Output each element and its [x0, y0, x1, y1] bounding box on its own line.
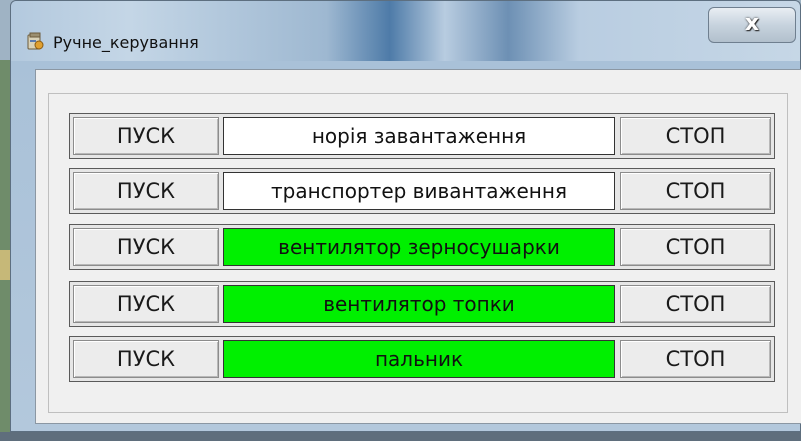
equipment-label: вентилятор топки	[223, 285, 615, 323]
control-group: ПУСК норія завантаження СТОП ПУСК трансп…	[48, 93, 788, 413]
control-row: ПУСК вентилятор зерносушарки СТОП	[69, 224, 775, 270]
control-row: ПУСК пальник СТОП	[69, 336, 775, 382]
window-title: Ручне_керування	[53, 33, 199, 52]
stop-button[interactable]: СТОП	[620, 172, 771, 210]
close-button[interactable]: x	[708, 7, 796, 43]
control-row: ПУСК норія завантаження СТОП	[69, 113, 775, 159]
stop-button[interactable]: СТОП	[620, 285, 771, 323]
start-button[interactable]: ПУСК	[73, 117, 219, 155]
equipment-label: норія завантаження	[223, 117, 615, 155]
stop-button[interactable]: СТОП	[620, 117, 771, 155]
manual-control-window: Ручне_керування x ПУСК норія завантаженн…	[10, 0, 801, 432]
title-bar[interactable]: Ручне_керування x	[11, 1, 800, 61]
close-icon: x	[744, 11, 760, 36]
client-area: ПУСК норія завантаження СТОП ПУСК трансп…	[35, 69, 801, 424]
equipment-label: транспортер вивантаження	[223, 172, 615, 210]
control-row: ПУСК вентилятор топки СТОП	[69, 281, 775, 327]
desktop-bottom-edge	[0, 432, 801, 441]
equipment-label: вентилятор зерносушарки	[223, 228, 615, 266]
stop-button[interactable]: СТОП	[620, 340, 771, 378]
start-button[interactable]: ПУСК	[73, 172, 219, 210]
control-row: ПУСК транспортер вивантаження СТОП	[69, 168, 775, 214]
desktop-background-accent	[0, 250, 10, 280]
start-button[interactable]: ПУСК	[73, 228, 219, 266]
start-button[interactable]: ПУСК	[73, 340, 219, 378]
equipment-label: пальник	[223, 340, 615, 378]
start-button[interactable]: ПУСК	[73, 285, 219, 323]
app-icon[interactable]	[25, 31, 45, 51]
stop-button[interactable]: СТОП	[620, 228, 771, 266]
